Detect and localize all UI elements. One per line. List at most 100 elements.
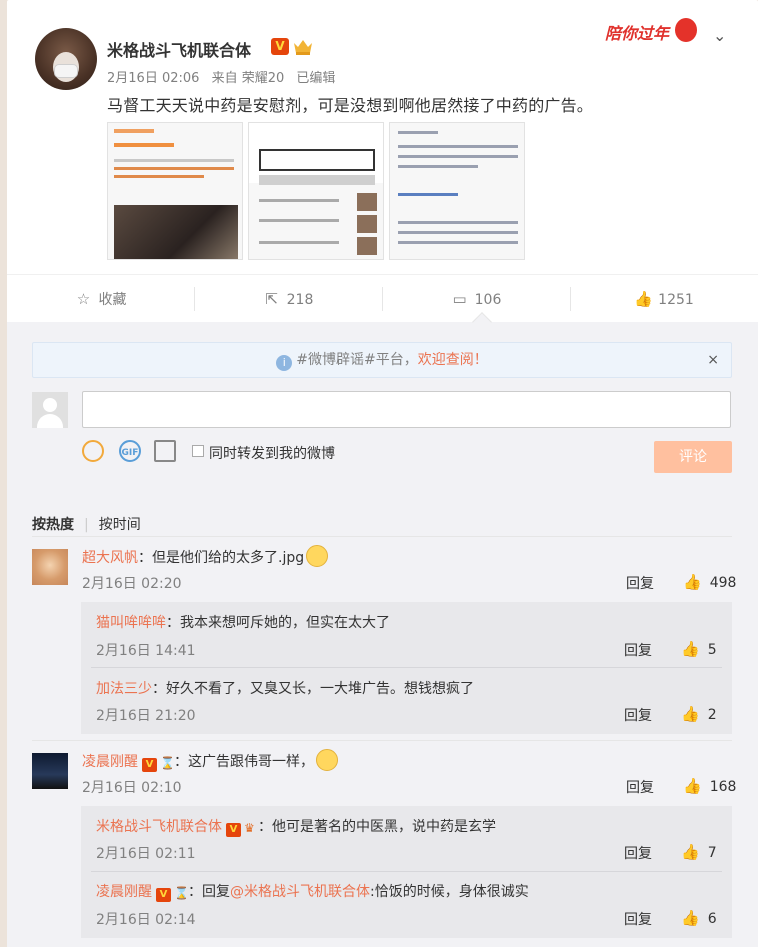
comment-input[interactable] (82, 391, 731, 428)
reply-like-count: 2 (707, 707, 717, 723)
reply-body: 猫叫哞哞哞：我本来想呵斥她的，但实在太大了 (96, 612, 390, 632)
reply-button[interactable]: 回复 (626, 777, 654, 797)
commenter-name[interactable]: 凌晨刚醒 (82, 754, 138, 770)
replier-name[interactable]: 加法三少 (96, 681, 152, 697)
vip-crown-icon (294, 40, 312, 55)
comment-like-button[interactable]: 👍 498 (683, 573, 736, 591)
chevron-down-icon[interactable]: ⌄ (713, 26, 726, 45)
star-icon: ☆ (76, 290, 91, 308)
reply-body: 米格战斗飞机联合体 V ♛ ：他可是著名的中医黑，说中药是玄学 (96, 816, 496, 837)
festive-label: 陪你过年 (605, 24, 670, 43)
comment-time: 2月16日 02:20 (82, 576, 182, 592)
comment-body: 超大风帆：但是他们给的太多了.jpg (82, 545, 329, 567)
verified-badge-icon: V (271, 38, 289, 55)
commenter-avatar[interactable] (32, 753, 68, 789)
author-avatar[interactable] (35, 28, 97, 90)
comment-time: 2月16日 02:10 (82, 780, 182, 796)
post-time[interactable]: 2月16日 02:06 (107, 71, 199, 86)
thumbs-up-icon: 👍 (681, 909, 700, 927)
commenter-name[interactable]: 超大风帆 (82, 550, 138, 566)
reply-text: :恰饭的时候，身体很诚实 (370, 884, 529, 900)
reply-like-button[interactable]: 👍 7 (681, 843, 717, 861)
comment-text: ：这广告跟伟哥一样， (174, 754, 314, 770)
post-meta: 2月16日 02:06 来自 荣耀20 已编辑 (107, 67, 343, 86)
sort-tabs: 按热度 | 按时间 (32, 517, 141, 533)
emoji-icon[interactable] (82, 440, 104, 462)
hourglass-icon: ⌛ (174, 886, 189, 900)
close-icon[interactable]: × (707, 343, 719, 377)
reply-button[interactable]: 回复 (626, 573, 654, 593)
reply-time: 2月16日 02:11 (96, 846, 196, 862)
sort-time-tab[interactable]: 按时间 (99, 517, 141, 533)
post-image-3[interactable] (389, 122, 525, 260)
favorite-button[interactable]: ☆ 收藏 (7, 275, 194, 323)
submit-comment-button[interactable]: 评论 (654, 441, 732, 473)
vip-crown-icon: ♛ (244, 821, 255, 835)
comment-icon: ▭ (452, 290, 467, 308)
verified-badge-icon: V (156, 888, 171, 902)
gif-icon[interactable]: GIF (119, 440, 141, 462)
repost-checkbox-label: 同时转发到我的微博 (209, 446, 335, 462)
thumbs-up-icon: 👍 (683, 777, 702, 795)
reply-prefix: ：回复 (188, 884, 230, 900)
replier-name[interactable]: 米格战斗飞机联合体 (96, 819, 222, 835)
grin-emoji-icon (316, 749, 338, 771)
repost-checkbox[interactable] (192, 445, 204, 457)
post-image-1[interactable] (107, 122, 243, 260)
image-icon[interactable] (154, 440, 176, 462)
thumbs-up-icon: 👍 (681, 705, 700, 723)
thumbs-up-icon: 👍 (683, 573, 702, 591)
reply-button[interactable]: 回复 (624, 909, 652, 929)
sort-hot-tab[interactable]: 按热度 (32, 517, 74, 533)
avatar-mask (54, 64, 78, 78)
reply-button[interactable]: 回复 (624, 705, 652, 725)
my-avatar (32, 392, 68, 428)
reply-like-count: 7 (707, 845, 717, 861)
reply-text: ：好久不看了，又臭又长，一大堆广告。想钱想疯了 (152, 681, 474, 697)
rumor-notice[interactable]: i #微博辟谣#平台，欢迎查阅！ × (32, 342, 732, 378)
festive-badge[interactable]: 陪你过年 (605, 14, 697, 48)
mention-link[interactable]: @米格战斗飞机联合体 (230, 884, 370, 900)
reply-like-button[interactable]: 👍 6 (681, 909, 717, 927)
commenter-avatar[interactable] (32, 549, 68, 585)
reply-like-button[interactable]: 👍 5 (681, 640, 717, 658)
post-image-2[interactable] (248, 122, 384, 260)
notice-text: #微博辟谣#平台， (296, 352, 418, 368)
comment-button[interactable]: ▭ 106 (382, 275, 570, 323)
post-edited[interactable]: 已编辑 (296, 71, 335, 86)
comment-text: ：但是他们给的太多了.jpg (138, 550, 305, 566)
repost-button[interactable]: ⇱ 218 (194, 275, 382, 323)
like-count: 1251 (658, 292, 694, 308)
post-text: 马督工天天说中药是安慰剂，可是没想到啊他居然接了中药的广告。 (107, 96, 594, 115)
reply-text: ：他可是著名的中医黑，说中药是玄学 (258, 819, 496, 835)
comment-like-count: 168 (709, 779, 737, 795)
hourglass-icon: ⌛ (160, 756, 175, 770)
author-name[interactable]: 米格战斗飞机联合体 (107, 37, 251, 61)
comment-like-count: 498 (709, 575, 737, 591)
reply-like-button[interactable]: 👍 2 (681, 705, 717, 723)
replier-name[interactable]: 凌晨刚醒 (96, 884, 152, 900)
comment-body: 凌晨刚醒 V ⌛：这广告跟伟哥一样， (82, 749, 338, 772)
reply-like-count: 6 (707, 911, 717, 927)
replier-name[interactable]: 猫叫哞哞哞 (96, 615, 166, 631)
comment-count: 106 (474, 292, 502, 308)
notice-link[interactable]: 欢迎查阅！ (418, 352, 488, 368)
reply-button[interactable]: 回复 (624, 843, 652, 863)
verified-badge-icon: V (226, 823, 241, 837)
comment-like-button[interactable]: 👍 168 (683, 777, 736, 795)
favorite-label: 收藏 (98, 292, 127, 308)
repost-count: 218 (286, 292, 314, 308)
post-action-bar: ☆ 收藏 ⇱ 218 ▭ 106 👍 1251 (7, 274, 758, 322)
reply-button[interactable]: 回复 (624, 640, 652, 660)
reply-like-count: 5 (707, 642, 717, 658)
comment-section: i #微博辟谣#平台，欢迎查阅！ × GIF 同时转发到我的微博 评论 按热度 | 按… (7, 322, 758, 947)
reply-text: ：我本来想呵斥她的，但实在太大了 (166, 615, 390, 631)
reply-time: 2月16日 02:14 (96, 912, 196, 928)
verified-badge-icon: V (142, 758, 157, 772)
reply-body: 加法三少：好久不看了，又臭又长，一大堆广告。想钱想疯了 (96, 678, 474, 698)
reply-time: 2月16日 21:20 (96, 708, 196, 724)
repost-icon: ⇱ (265, 290, 278, 308)
like-button[interactable]: 👍 1251 (570, 275, 758, 323)
thumbs-up-icon: 👍 (681, 640, 700, 658)
info-icon: i (276, 355, 293, 371)
